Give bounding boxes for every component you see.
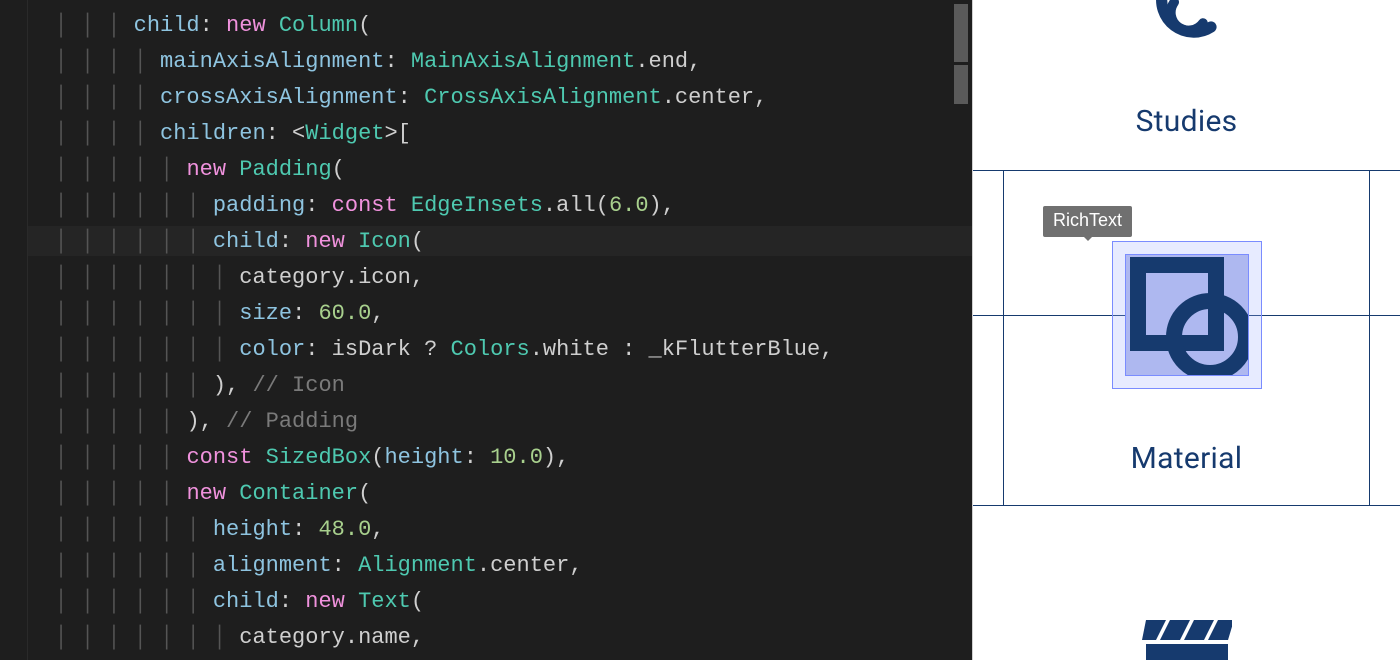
code-text[interactable]: │ │ │ child: new Column( │ │ │ │ mainAxi… bbox=[28, 8, 972, 656]
scrollbar-thumb[interactable] bbox=[954, 4, 968, 62]
studies-label: Studies bbox=[1136, 104, 1238, 139]
material-label: Material bbox=[1131, 441, 1243, 476]
editor-gutter bbox=[0, 0, 28, 660]
app-preview[interactable]: Studies RichText Material bbox=[972, 0, 1400, 660]
material-cell[interactable]: RichText Material bbox=[973, 170, 1400, 506]
scrollbar-thumb[interactable] bbox=[954, 65, 968, 104]
inspector-selection[interactable] bbox=[1112, 241, 1262, 389]
material-icon bbox=[1125, 254, 1249, 376]
grid-line bbox=[1369, 171, 1370, 505]
studies-icon bbox=[1147, 0, 1227, 44]
code-editor[interactable]: │ │ │ child: new Column( │ │ │ │ mainAxi… bbox=[0, 0, 972, 660]
cupertino-icon bbox=[1142, 616, 1232, 660]
inspector-tooltip: RichText bbox=[1043, 206, 1132, 237]
vertical-scrollbar[interactable] bbox=[954, 4, 968, 104]
grid-line bbox=[1003, 171, 1004, 505]
